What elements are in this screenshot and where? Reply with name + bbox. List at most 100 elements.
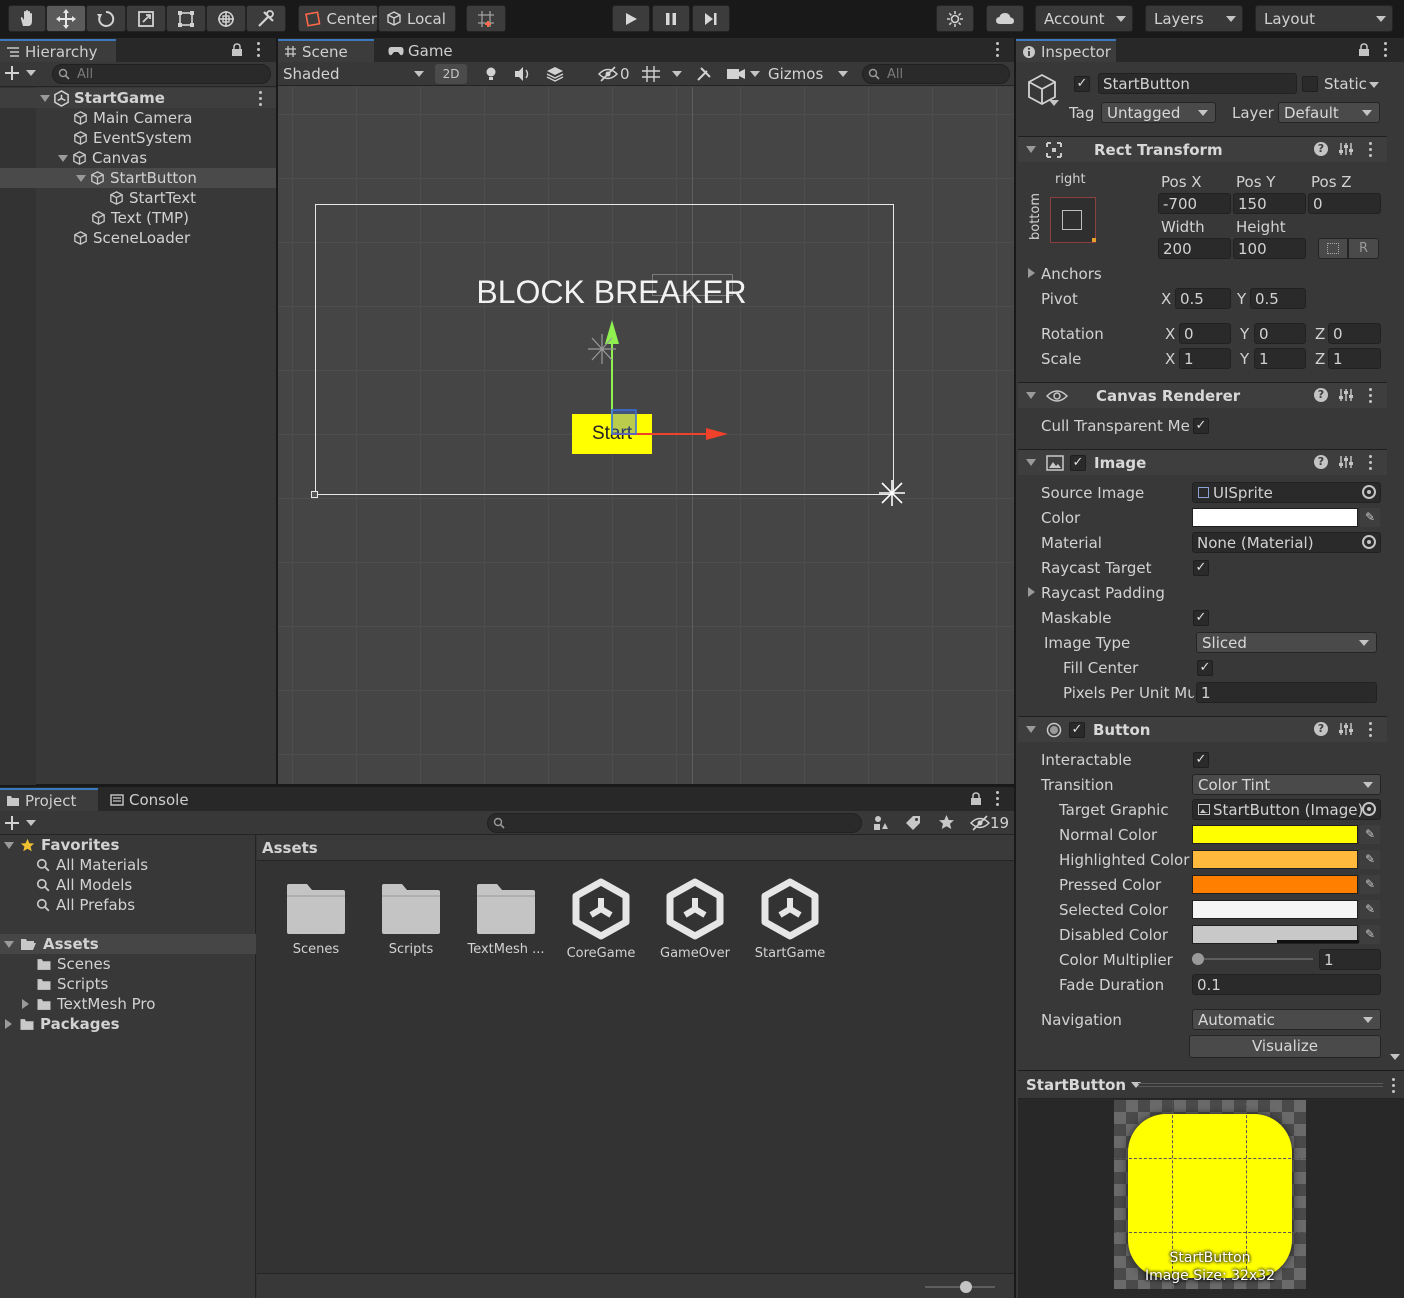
normal-color-swatch[interactable]: [1192, 825, 1358, 844]
account-dropdown[interactable]: Account: [1035, 5, 1133, 32]
selected-color-swatch[interactable]: [1192, 900, 1358, 919]
assets-root-row[interactable]: Assets: [0, 934, 256, 954]
lock-icon[interactable]: [231, 43, 243, 56]
scale-y-field[interactable]: 1: [1254, 348, 1306, 369]
preview-drag-handle[interactable]: [1138, 1083, 1383, 1087]
asset-item[interactable]: StartGame: [745, 878, 835, 961]
favorites-row[interactable]: Favorites: [0, 835, 256, 855]
highlighted-color-swatch[interactable]: [1192, 850, 1358, 869]
hierarchy-add-button[interactable]: [4, 65, 36, 81]
hierarchy-item[interactable]: Canvas: [0, 148, 276, 168]
scene-viewport[interactable]: BLOCK BREAKER Start: [278, 87, 1014, 784]
gizmos-dropdown[interactable]: Gizmos: [762, 62, 852, 86]
favorite-item[interactable]: All Models: [0, 875, 256, 895]
folder-row[interactable]: Scenes: [0, 954, 256, 974]
services-button[interactable]: [936, 5, 974, 32]
raycast-padding-label[interactable]: Raycast Padding: [1041, 584, 1165, 602]
asset-item[interactable]: CoreGame: [556, 878, 646, 961]
foldout-arrow-icon[interactable]: [58, 154, 68, 162]
foldout-arrow-icon[interactable]: [40, 94, 50, 102]
navigation-dropdown[interactable]: Automatic: [1192, 1009, 1381, 1030]
object-name-input[interactable]: StartButton: [1098, 73, 1297, 94]
eyedropper-icon[interactable]: ✎: [1360, 900, 1380, 919]
hand-tool-button[interactable]: [8, 5, 46, 32]
play-button[interactable]: [612, 5, 650, 32]
color-multiplier-slider[interactable]: [1197, 958, 1313, 960]
2d-mode-toggle[interactable]: 2D: [435, 64, 467, 84]
grid-snap-button[interactable]: [466, 5, 506, 32]
tab-hierarchy[interactable]: Hierarchy: [0, 39, 116, 62]
material-field[interactable]: None (Material): [1192, 532, 1381, 553]
pivot-rotation-button[interactable]: Local: [378, 5, 456, 32]
anchors-foldout-icon[interactable]: [1028, 268, 1035, 278]
preset-sliders-icon[interactable]: [1339, 722, 1353, 736]
pivot-y-field[interactable]: 0.5: [1250, 288, 1306, 309]
image-enabled-checkbox[interactable]: ✓: [1070, 454, 1086, 471]
folder-row[interactable]: Scripts: [0, 974, 256, 994]
raw-edit-button[interactable]: R: [1348, 238, 1379, 259]
tab-project[interactable]: Project: [0, 788, 98, 811]
rotate-tool-button[interactable]: [86, 5, 126, 32]
interactable-checkbox[interactable]: ✓: [1193, 752, 1209, 768]
image-color-swatch[interactable]: [1192, 508, 1358, 527]
color-multiplier-field[interactable]: 1: [1319, 949, 1381, 970]
slider-thumb[interactable]: [960, 1281, 972, 1293]
kebab-menu-icon[interactable]: [996, 42, 1000, 60]
pixels-per-unit-field[interactable]: 1: [1196, 682, 1377, 703]
hierarchy-item[interactable]: EventSystem: [0, 128, 276, 148]
preset-sliders-icon[interactable]: [1339, 388, 1353, 402]
favorite-item[interactable]: All Materials: [0, 855, 256, 875]
foldout-arrow-icon[interactable]: [76, 174, 86, 182]
tab-game[interactable]: Game: [382, 39, 472, 62]
visualize-button[interactable]: Visualize: [1189, 1035, 1381, 1058]
hierarchy-item[interactable]: SceneLoader: [0, 228, 276, 248]
width-field[interactable]: 200: [1158, 238, 1231, 259]
hierarchy-item[interactable]: StartGame: [0, 88, 276, 108]
layout-dropdown[interactable]: Layout: [1255, 5, 1393, 32]
scene-visibility-toggle[interactable]: 0: [598, 65, 630, 83]
effects-layers-icon[interactable]: [546, 66, 564, 82]
filter-type-icon[interactable]: [873, 815, 889, 831]
transition-dropdown[interactable]: Color Tint: [1192, 774, 1381, 795]
preset-sliders-icon[interactable]: [1339, 455, 1353, 469]
raycast-padding-foldout-icon[interactable]: [1028, 587, 1035, 597]
scale-x-field[interactable]: 1: [1179, 348, 1231, 369]
kebab-menu-icon[interactable]: [1369, 455, 1373, 473]
folder-row[interactable]: TextMesh Pro: [0, 994, 256, 1014]
eyedropper-icon[interactable]: ✎: [1360, 508, 1380, 527]
hierarchy-item[interactable]: Main Camera: [0, 108, 276, 128]
layers-dropdown[interactable]: Layers: [1145, 5, 1243, 32]
lighting-bulb-icon[interactable]: [483, 66, 499, 82]
shading-mode-dropdown[interactable]: Shaded: [278, 62, 428, 86]
help-icon[interactable]: ?: [1314, 455, 1328, 469]
layer-dropdown[interactable]: Default: [1278, 102, 1380, 123]
help-icon[interactable]: ?: [1314, 142, 1328, 156]
pos-x-field[interactable]: -700: [1158, 193, 1231, 214]
kebab-menu-icon[interactable]: [1384, 42, 1388, 60]
hierarchy-item[interactable]: StartButton: [0, 168, 276, 188]
chevron-down-icon[interactable]: [1049, 100, 1059, 106]
kebab-menu-icon[interactable]: [1369, 142, 1373, 160]
pressed-color-swatch[interactable]: [1192, 875, 1358, 894]
camera-icon[interactable]: [726, 67, 746, 81]
kebab-menu-icon[interactable]: [257, 42, 261, 60]
active-checkbox[interactable]: ✓: [1074, 76, 1090, 92]
help-icon[interactable]: ?: [1314, 388, 1328, 402]
packages-row[interactable]: Packages: [0, 1014, 256, 1034]
canvas-renderer-header[interactable]: Canvas Renderer: [1018, 382, 1387, 408]
favorite-item[interactable]: All Prefabs: [0, 895, 256, 915]
kebab-menu-icon[interactable]: [996, 791, 1000, 809]
static-checkbox[interactable]: [1302, 76, 1318, 92]
button-component-header[interactable]: ✓ Button: [1018, 716, 1387, 742]
asset-item[interactable]: GameOver: [650, 878, 740, 961]
image-component-header[interactable]: ✓ Image: [1018, 449, 1387, 475]
target-graphic-field[interactable]: StartButton (Image): [1192, 799, 1381, 820]
fade-duration-field[interactable]: 0.1: [1192, 974, 1381, 995]
tag-label-icon[interactable]: [905, 815, 921, 831]
hierarchy-item[interactable]: StartText: [0, 188, 276, 208]
grid-icon[interactable]: [642, 66, 660, 82]
hidden-packages-toggle[interactable]: 19: [970, 814, 1009, 832]
scale-z-field[interactable]: 1: [1328, 348, 1381, 369]
project-add-button[interactable]: [4, 815, 36, 831]
tab-scene[interactable]: Scene: [278, 39, 374, 62]
